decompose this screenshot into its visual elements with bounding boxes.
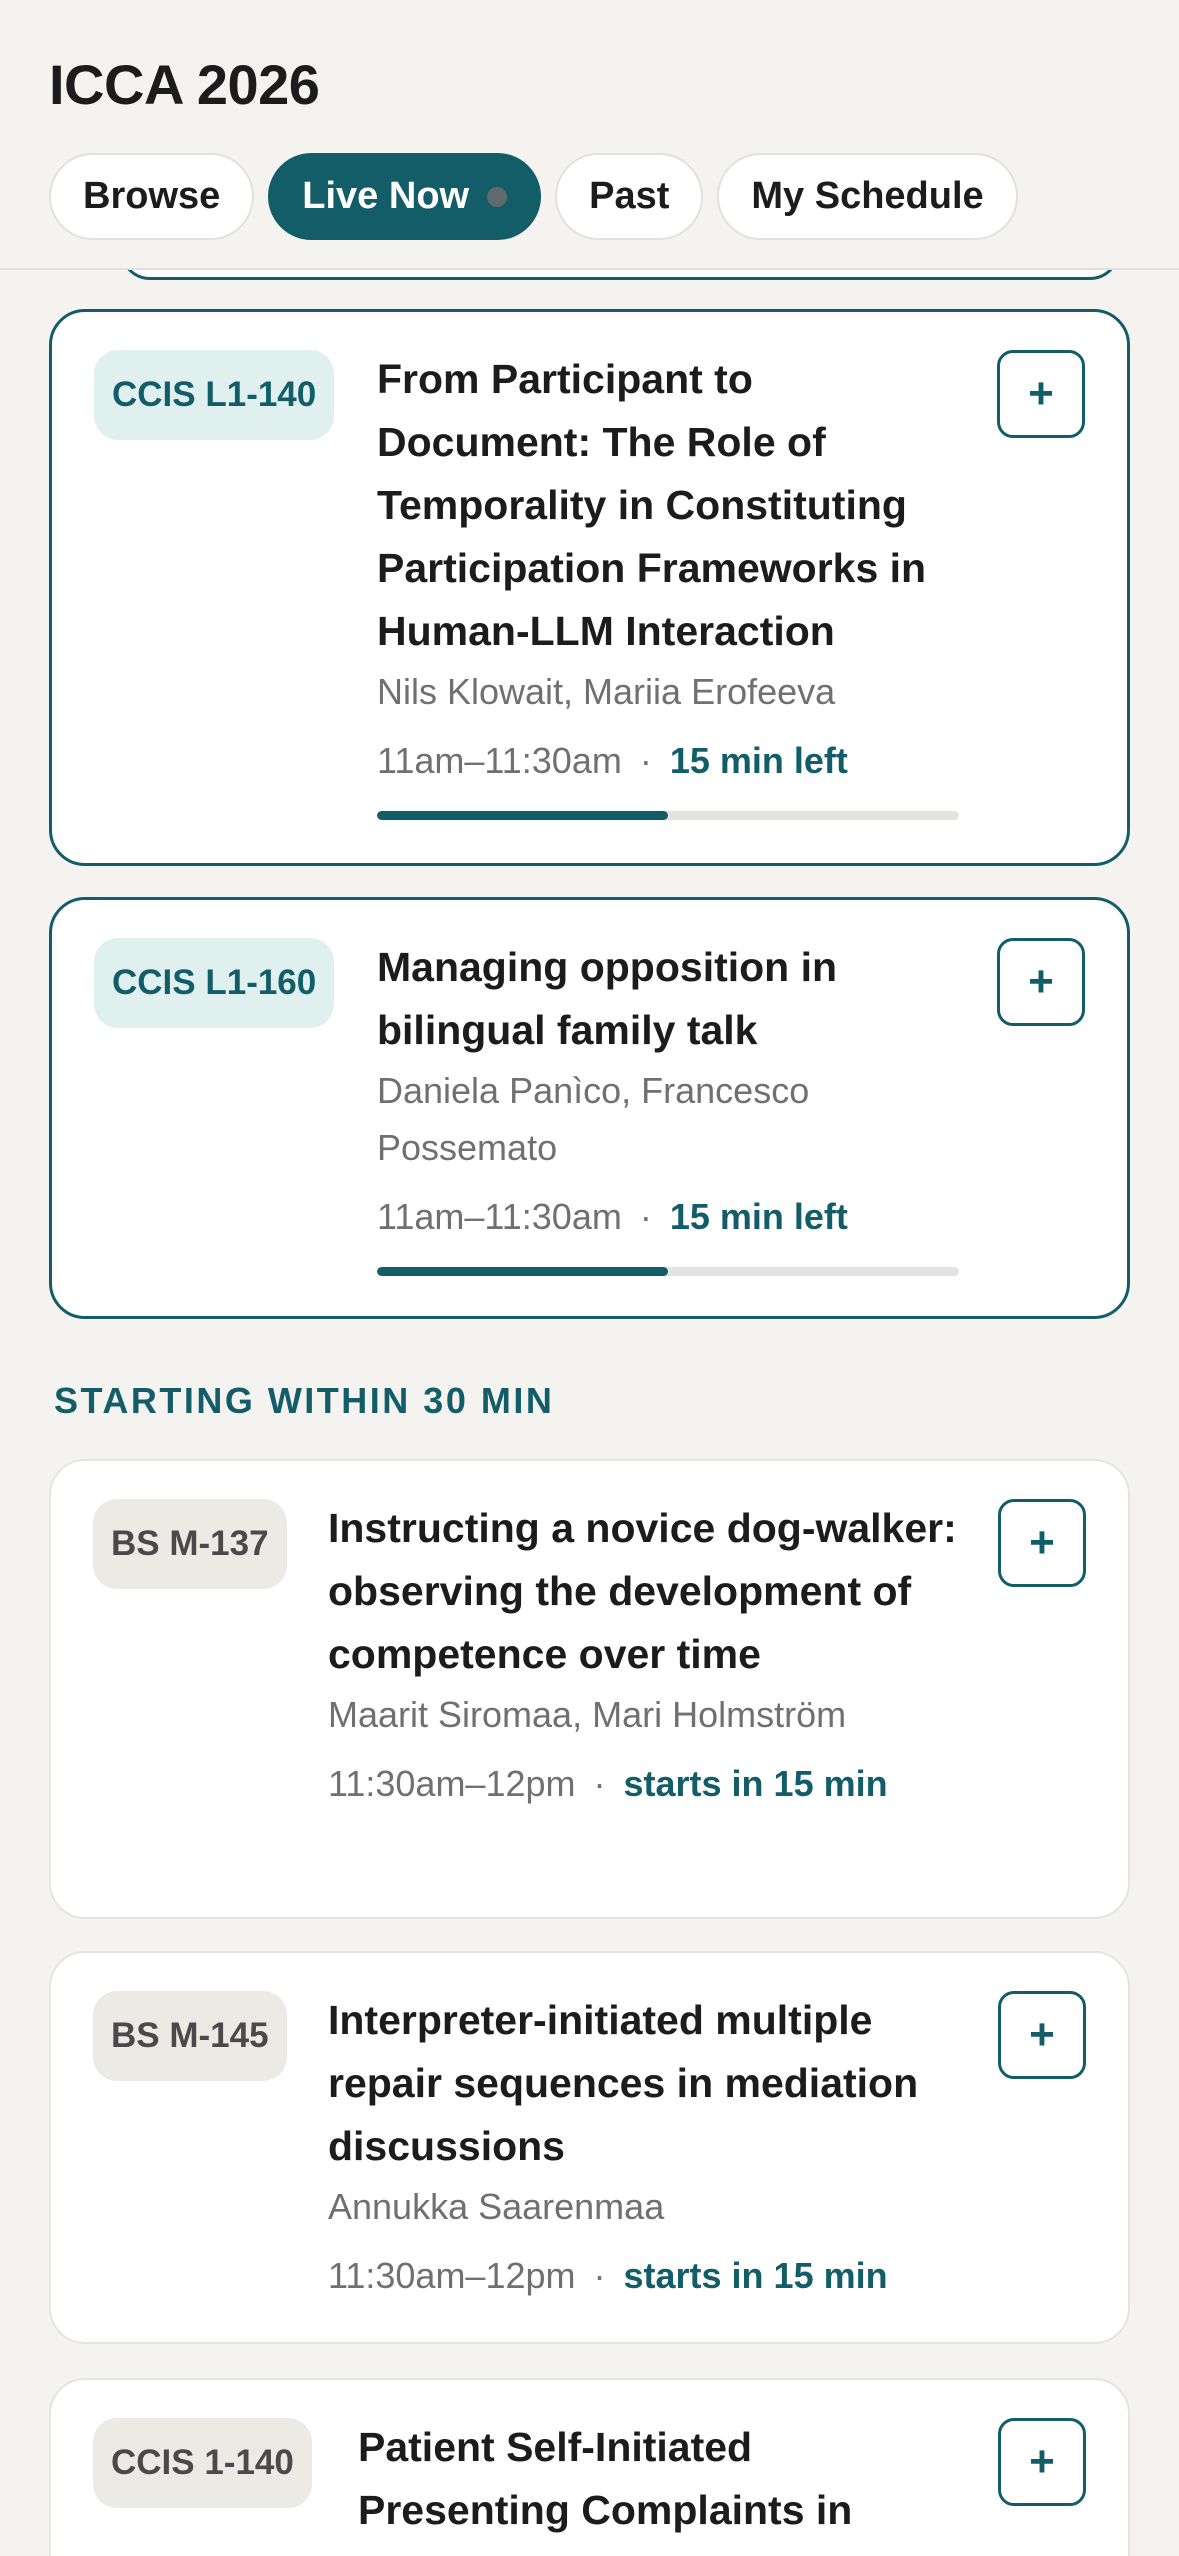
session-card[interactable]: BS M-145 Interpreter-initiated multiple …: [49, 1951, 1130, 2344]
session-title: Managing opposition in bilingual family …: [377, 944, 838, 1053]
session-status: 15 min left: [669, 1196, 848, 1237]
app-header: ICCA 2026 Browse Live Now Past My Schedu…: [0, 0, 1179, 270]
tab-label: Browse: [83, 175, 221, 217]
session-card[interactable]: CCIS L1-140 From Participant to Document…: [49, 309, 1130, 866]
room-badge: BS M-145: [93, 1991, 287, 2081]
session-title: From Participant to Document: The Role o…: [377, 356, 927, 654]
add-to-schedule-button[interactable]: +: [997, 350, 1085, 438]
session-authors: Annukka Saarenmaa: [328, 2186, 665, 2227]
tab-label: Past: [589, 175, 670, 217]
session-card[interactable]: CCIS 1-140 Patient Self-Initiated Presen…: [49, 2378, 1130, 2556]
session-title: Instructing a novice dog-walker: observi…: [328, 1505, 957, 1677]
session-card[interactable]: BS M-137 Instructing a novice dog-walker…: [49, 1459, 1130, 1919]
room-badge: CCIS L1-140: [94, 350, 335, 440]
session-authors: Daniela Panìco, Francesco Possemato: [377, 1070, 810, 1168]
tab-bar: Browse Live Now Past My Schedule: [49, 153, 1018, 240]
session-time: 11:30am–12pm: [328, 2255, 576, 2296]
session-title: Patient Self-Initiated Presenting Compla…: [358, 2424, 853, 2533]
tab-my-schedule[interactable]: My Schedule: [717, 153, 1018, 240]
separator: ·: [639, 740, 652, 781]
session-info: From Participant to Document: The Role o…: [377, 348, 959, 820]
session-authors: Nils Klowait, Mariia Erofeeva: [377, 671, 836, 712]
session-time: 11am–11:30am: [377, 740, 622, 781]
session-authors: Maarit Siromaa, Mari Holmström: [328, 1694, 847, 1735]
session-status: starts in 15 min: [623, 2255, 888, 2296]
session-info: Instructing a novice dog-walker: observi…: [328, 1497, 958, 1812]
session-time: 11am–11:30am: [377, 1196, 622, 1237]
session-info: Patient Self-Initiated Presenting Compla…: [358, 2416, 958, 2542]
separator: ·: [639, 1196, 652, 1237]
add-to-schedule-button[interactable]: +: [997, 938, 1085, 1026]
progress-fill: [377, 1267, 668, 1276]
separator: ·: [593, 2255, 606, 2296]
session-status: starts in 15 min: [623, 1763, 888, 1804]
session-info: Managing opposition in bilingual family …: [377, 936, 959, 1276]
tab-browse[interactable]: Browse: [49, 153, 255, 240]
progress-fill: [377, 811, 668, 820]
tab-past[interactable]: Past: [555, 153, 704, 240]
section-heading-upcoming: STARTING WITHIN 30 MIN: [54, 1380, 555, 1421]
tab-live-now[interactable]: Live Now: [268, 153, 542, 240]
session-status: 15 min left: [669, 740, 848, 781]
session-timing: 11am–11:30am · 15 min left: [377, 732, 957, 789]
session-progress-bar: [377, 811, 959, 820]
session-time: 11:30am–12pm: [328, 1763, 576, 1804]
session-timing: 11am–11:30am · 15 min left: [377, 1188, 957, 1245]
room-badge: CCIS 1-140: [93, 2418, 312, 2508]
page-title: ICCA 2026: [49, 53, 320, 116]
session-info: Interpreter-initiated multiple repair se…: [328, 1989, 958, 2304]
tab-label: Live Now: [302, 175, 470, 217]
session-timing: 11:30am–12pm · starts in 15 min: [328, 1755, 958, 1812]
separator: ·: [593, 1763, 606, 1804]
room-badge: BS M-137: [93, 1499, 287, 1589]
add-to-schedule-button[interactable]: +: [998, 1991, 1086, 2079]
add-to-schedule-button[interactable]: +: [998, 1499, 1086, 1587]
session-timing: 11:30am–12pm · starts in 15 min: [328, 2247, 958, 2304]
session-card[interactable]: CCIS L1-160 Managing opposition in bilin…: [49, 897, 1130, 1319]
session-progress-bar: [377, 1267, 959, 1276]
tab-label: My Schedule: [751, 175, 984, 217]
room-badge: CCIS L1-160: [94, 938, 335, 1028]
add-to-schedule-button[interactable]: +: [998, 2418, 1086, 2506]
live-indicator-dot-icon: [487, 186, 508, 207]
session-title: Interpreter-initiated multiple repair se…: [328, 1997, 919, 2169]
